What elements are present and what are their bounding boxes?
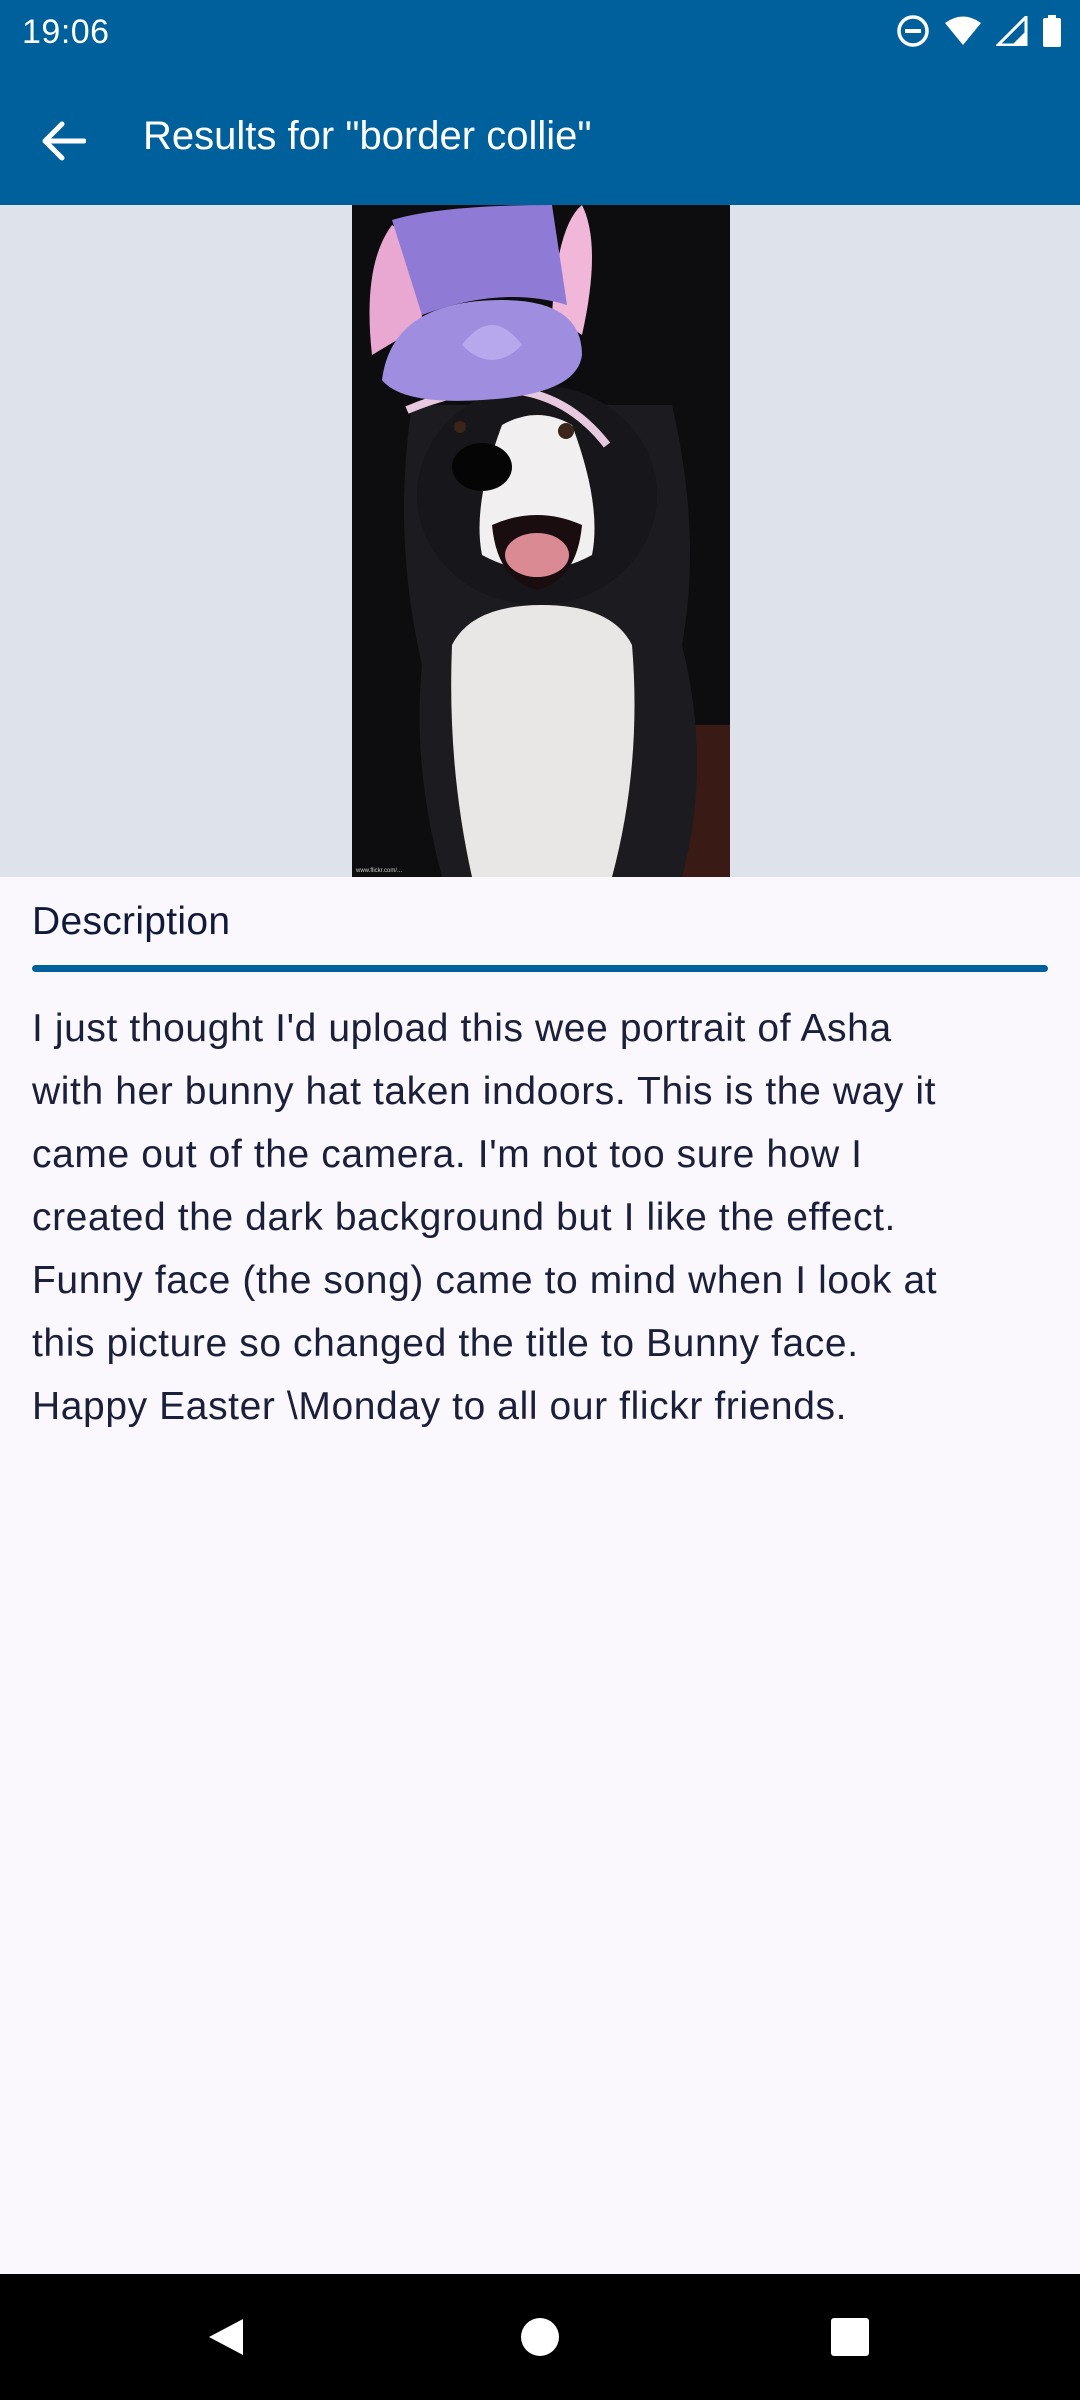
wifi-icon <box>945 16 981 45</box>
photo-caption: www.flickr.com/... <box>355 868 402 874</box>
do-not-disturb-icon <box>897 15 929 47</box>
status-bar: 19:06 <box>0 0 1080 64</box>
nav-back-button[interactable] <box>155 2274 295 2400</box>
page-title: Results for "border collie" <box>143 114 592 158</box>
signal-icon <box>996 16 1028 46</box>
nav-home-button[interactable] <box>470 2274 610 2400</box>
nav-recents-button[interactable] <box>780 2274 920 2400</box>
nav-home-icon <box>521 2318 559 2356</box>
arrow-back-icon <box>42 121 86 161</box>
nav-back-icon <box>209 2319 243 2355</box>
image-viewer: www.flickr.com/... <box>0 205 1080 877</box>
description-underline <box>32 965 1048 972</box>
status-icons <box>896 14 1062 48</box>
app-bar: Results for "border collie" <box>0 64 1080 205</box>
dog-photo[interactable]: www.flickr.com/... <box>352 205 730 877</box>
status-time: 19:06 <box>22 13 110 51</box>
nav-recents-icon <box>831 2318 869 2356</box>
description-heading: Description <box>32 900 231 943</box>
back-button[interactable] <box>24 102 102 180</box>
system-nav-bar <box>0 2274 1080 2400</box>
battery-icon <box>1043 15 1061 47</box>
description-text: I just thought I'd upload this wee portr… <box>32 1007 938 1428</box>
dog-illustration: www.flickr.com/... <box>352 205 730 877</box>
